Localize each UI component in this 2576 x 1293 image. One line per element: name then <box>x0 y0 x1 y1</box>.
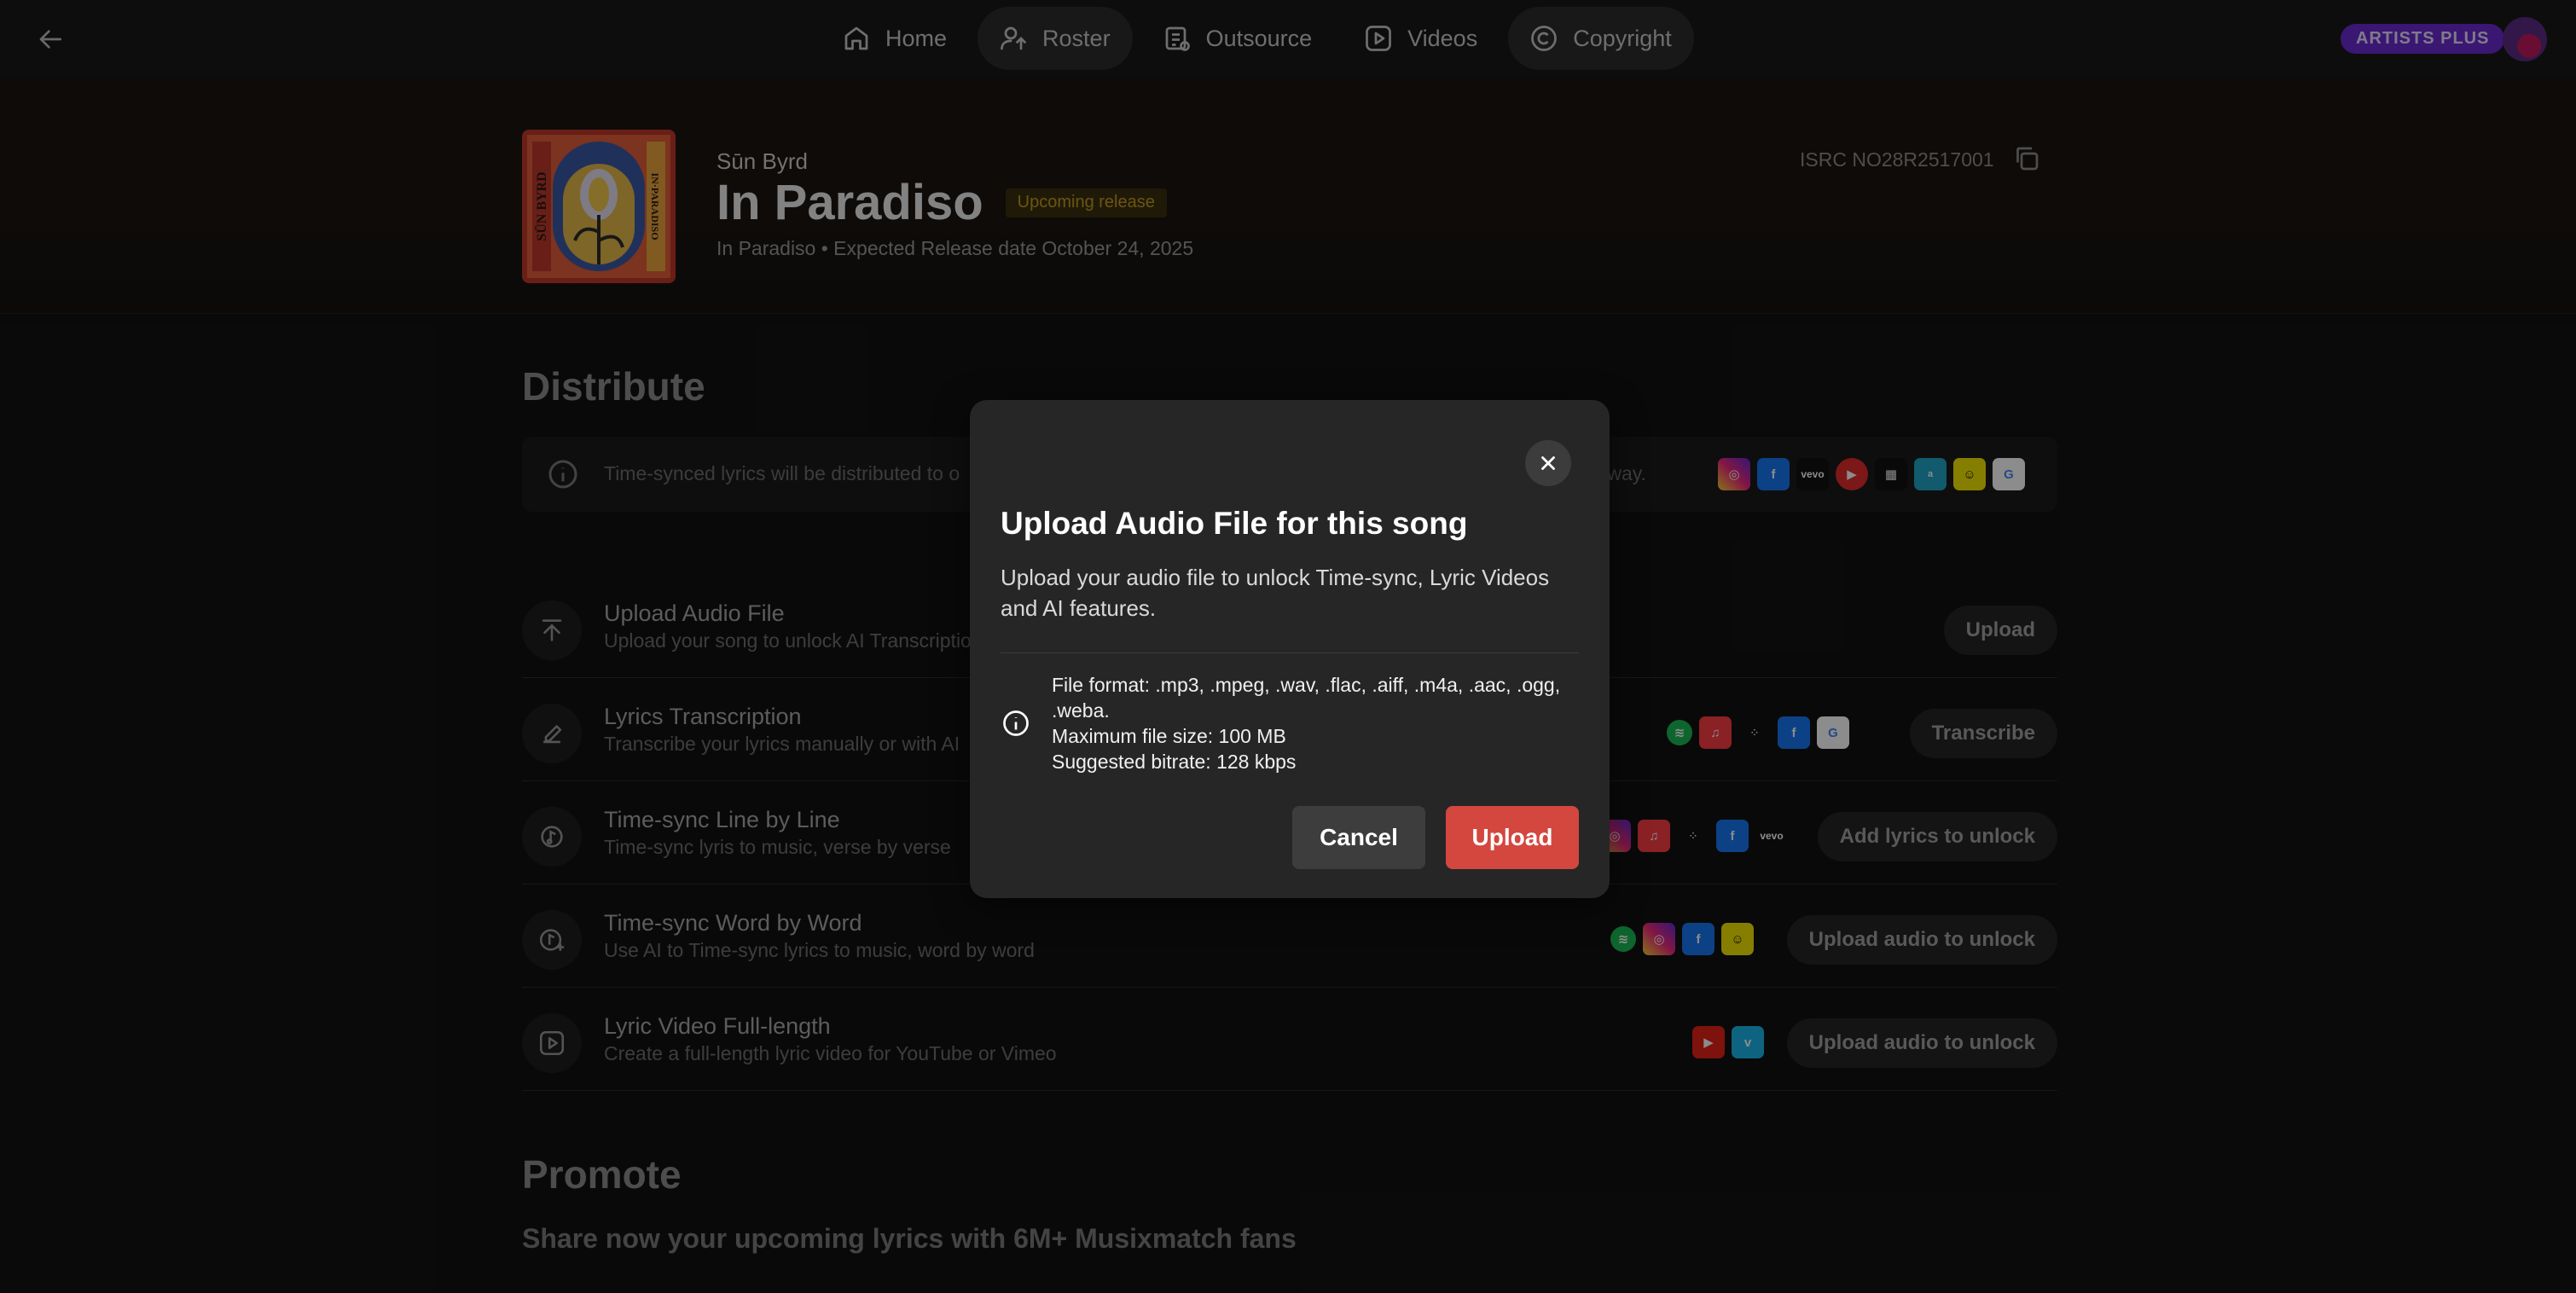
upload-audio-modal: Upload Audio File for this song Upload y… <box>970 400 1610 898</box>
close-icon <box>1541 456 1555 470</box>
modal-description: Upload your audio file to unlock Time-sy… <box>1001 565 1550 621</box>
page: Home Roster Outsource Videos Copyright A… <box>0 0 2576 1293</box>
modal-divider <box>1001 652 1579 653</box>
upload-button[interactable]: Upload <box>1446 806 1579 869</box>
modal-close-button[interactable] <box>1525 440 1571 486</box>
file-requirements: File format: .mp3, .mpeg, .wav, .flac, .… <box>1052 672 1564 774</box>
max-file-size: Maximum file size: 100 MB <box>1052 725 1286 747</box>
file-formats: File format: .mp3, .mpeg, .wav, .flac, .… <box>1052 674 1561 722</box>
info-icon <box>1003 710 1029 736</box>
cancel-button[interactable]: Cancel <box>1292 806 1425 869</box>
modal-title: Upload Audio File for this song <box>1001 506 1468 541</box>
suggested-bitrate: Suggested bitrate: 128 kbps <box>1052 751 1297 773</box>
